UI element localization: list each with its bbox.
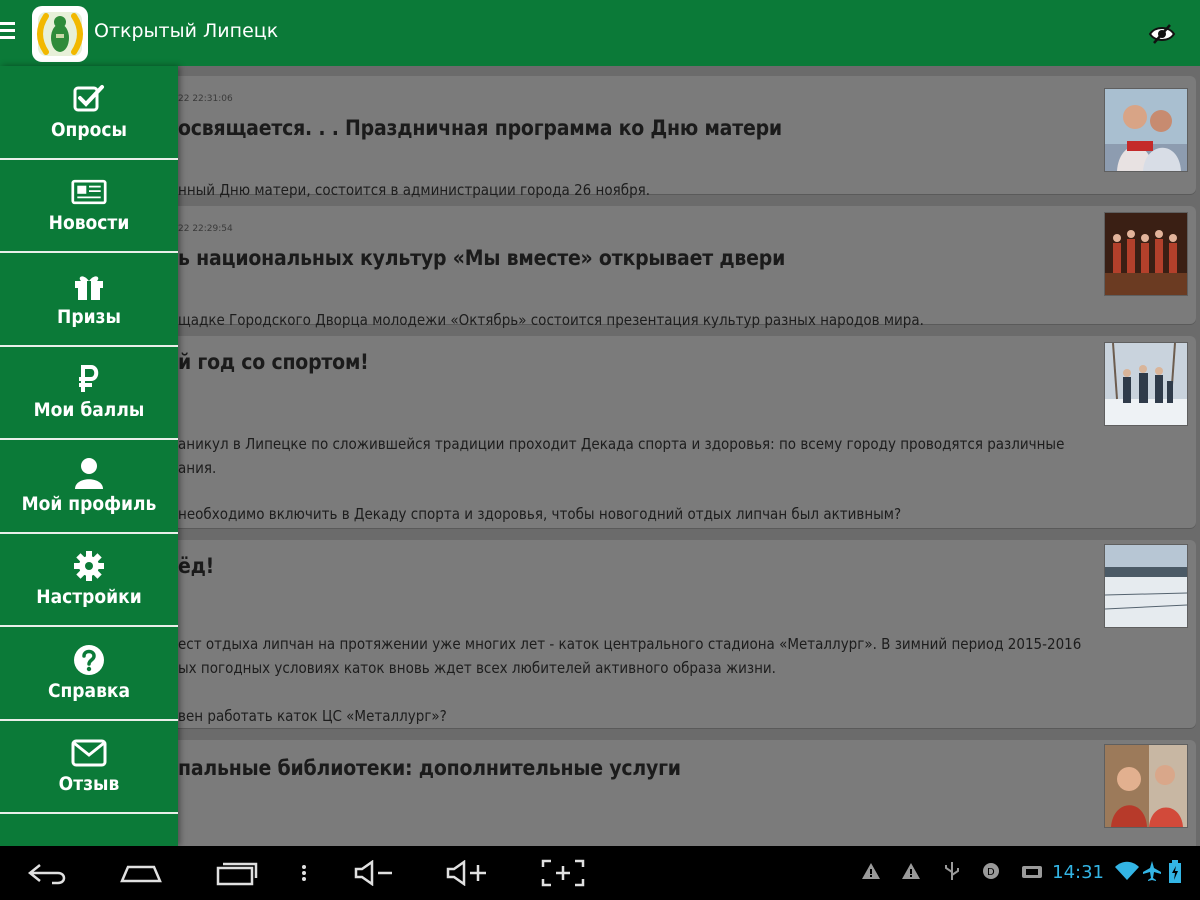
- news-title: освящается. . . Праздничная программа ко…: [178, 116, 782, 140]
- nav-item-label: Мои баллы: [33, 399, 145, 422]
- nav-item-label: Настройки: [36, 586, 142, 609]
- nav-item-points[interactable]: Мои баллы: [0, 347, 178, 440]
- news-card[interactable]: 22 22:29:54 ь национальных культур «Мы в…: [0, 206, 1196, 329]
- nav-item-news[interactable]: Новости: [0, 160, 178, 253]
- airplane-icon: [1142, 860, 1162, 886]
- volume-up-icon[interactable]: [444, 858, 490, 888]
- nav-item-prizes[interactable]: Призы: [0, 253, 178, 347]
- nav-item-label: Призы: [57, 305, 121, 328]
- overflow-menu-icon[interactable]: [298, 858, 310, 888]
- news-thumbnail[interactable]: [1104, 744, 1188, 828]
- nav-item-label: Отзыв: [58, 773, 120, 796]
- news-title: пальные библиотеки: дополнительные услуг…: [178, 756, 681, 780]
- news-desc: аникул в Липецке по сложившейся традиции…: [178, 435, 1065, 453]
- news-card[interactable]: 22 22:31:06 освящается. . . Праздничная …: [0, 76, 1196, 199]
- news-card[interactable]: ёд! ест отдыха липчан на протяжении уже …: [0, 540, 1196, 728]
- nav-item-profile[interactable]: Мой профиль: [0, 440, 178, 534]
- app-title: Открытый Липецк: [94, 20, 279, 42]
- app-bar: Открытый Липецк: [0, 0, 1200, 66]
- nav-item-polls[interactable]: Опросы: [0, 66, 178, 160]
- news-thumbnail[interactable]: [1104, 544, 1188, 628]
- news-desc: вен работать каток ЦС «Металлург»?: [178, 707, 447, 725]
- news-thumbnail[interactable]: [1104, 342, 1188, 426]
- svg-text:D: D: [987, 867, 995, 878]
- app-logo[interactable]: [32, 6, 88, 62]
- nav-item-label: Справка: [47, 679, 131, 702]
- nav-item-help[interactable]: Справка: [0, 627, 178, 721]
- news-title: й год со спортом!: [178, 350, 369, 374]
- news-thumbnail[interactable]: [1104, 88, 1188, 172]
- news-desc: ест отдыха липчан на протяжении уже мног…: [178, 635, 1082, 653]
- menu-hamburger-icon[interactable]: [0, 22, 18, 42]
- envelope-icon: [71, 737, 107, 769]
- recent-apps-icon[interactable]: [214, 858, 260, 888]
- warning-icon: [900, 860, 922, 886]
- media-icon: [1020, 860, 1044, 886]
- system-navigation-bar: D 14:31: [0, 846, 1200, 900]
- gear-icon: [71, 550, 107, 582]
- navigation-drawer: Опросы Новости Призы Мои баллы Мой профи…: [0, 66, 178, 846]
- news-feed[interactable]: 22 22:31:06 освящается. . . Праздничная …: [0, 66, 1200, 846]
- gift-icon: [71, 270, 107, 302]
- nav-item-label: Опросы: [51, 118, 127, 141]
- nav-item-settings[interactable]: Настройки: [0, 534, 178, 627]
- news-desc: щадке Городского Дворца молодежи «Октябр…: [178, 311, 924, 329]
- hide-eye-icon[interactable]: [1148, 20, 1176, 48]
- news-date: 22 22:29:54: [178, 224, 233, 234]
- nav-item-label: Новости: [48, 212, 130, 235]
- news-desc: ания.: [178, 459, 217, 477]
- nav-item-feedback[interactable]: Отзыв: [0, 721, 178, 814]
- checkbox-icon: [71, 83, 107, 115]
- volume-down-icon[interactable]: [352, 858, 396, 888]
- help-icon: [71, 644, 107, 676]
- wifi-icon: [1114, 860, 1140, 886]
- warning-icon: [860, 860, 882, 886]
- screenshot-icon[interactable]: [540, 858, 586, 888]
- sync-icon: D: [980, 860, 1002, 886]
- news-desc: нный Дню матери, состоится в администрац…: [178, 181, 651, 199]
- news-date: 22 22:31:06: [178, 94, 233, 104]
- user-icon: [71, 457, 107, 489]
- nav-item-label: Мой профиль: [21, 492, 157, 515]
- news-desc: необходимо включить в Декаду спорта и зд…: [178, 505, 902, 523]
- home-icon[interactable]: [118, 858, 164, 888]
- newspaper-icon: [71, 176, 107, 208]
- news-thumbnail[interactable]: [1104, 212, 1188, 296]
- system-clock: 14:31: [1052, 862, 1104, 883]
- back-icon[interactable]: [26, 858, 70, 888]
- usb-icon: [942, 860, 962, 886]
- news-card[interactable]: пальные библиотеки: дополнительные услуг…: [0, 740, 1196, 846]
- battery-icon: [1168, 860, 1182, 888]
- news-desc: ых погодных условиях каток вновь ждет вс…: [178, 659, 776, 677]
- ruble-icon: [71, 363, 107, 395]
- news-title: ёд!: [178, 554, 215, 578]
- news-card[interactable]: й год со спортом! аникул в Липецке по сл…: [0, 336, 1196, 528]
- news-title: ь национальных культур «Мы вместе» откры…: [178, 246, 786, 270]
